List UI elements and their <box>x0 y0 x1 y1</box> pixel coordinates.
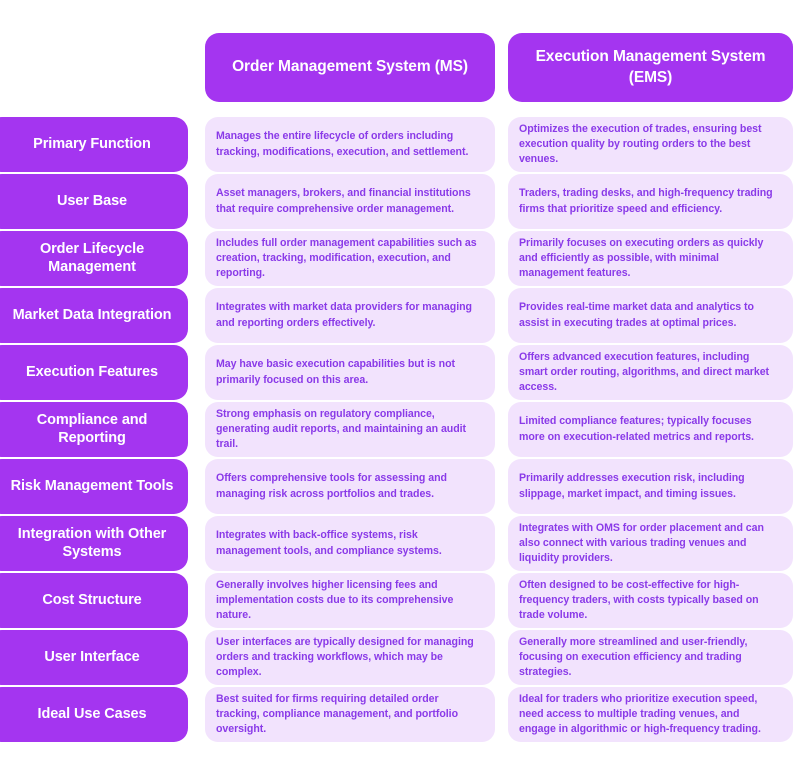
cell-ems-text: Primarily addresses execution risk, incl… <box>519 472 745 500</box>
cell-ems-text: Provides real-time market data and analy… <box>519 301 754 329</box>
row-label-pill[interactable]: Integration with Other Systems <box>0 516 188 571</box>
cell-oms-text: Generally involves higher licensing fees… <box>216 578 454 622</box>
comparison-table: Order Management System (MS) Execution M… <box>0 0 800 775</box>
cell-oms: Generally involves higher licensing fees… <box>205 573 495 628</box>
cell-oms-text: May have basic execution capabilities bu… <box>216 358 455 386</box>
cell-oms: Best suited for firms requiring detailed… <box>205 687 495 742</box>
column-header-oms-label: Order Management System (MS) <box>232 58 468 76</box>
table-row: Compliance and Reporting Strong emphasis … <box>0 402 800 457</box>
cell-ems: Offers advanced execution features, incl… <box>508 345 793 400</box>
table-header-row: Order Management System (MS) Execution M… <box>0 33 800 102</box>
cell-ems: Optimizes the execution of trades, ensur… <box>508 117 793 172</box>
table-row: User Base Asset managers, brokers, and fi… <box>0 174 800 229</box>
cell-ems-text: Traders, trading desks, and high-frequen… <box>519 187 773 215</box>
table-row: Primary Function Manages the entire lifec… <box>0 117 800 172</box>
row-label-text: Execution Features <box>26 363 158 380</box>
cell-oms-text: Offers comprehensive tools for assessing… <box>216 472 447 500</box>
cell-ems-text: Limited compliance features; typically f… <box>519 415 754 443</box>
cell-ems-text: Offers advanced execution features, incl… <box>519 350 770 394</box>
row-label-text: Cost Structure <box>42 591 142 608</box>
cell-ems: Traders, trading desks, and high-frequen… <box>508 174 793 229</box>
cell-ems: Ideal for traders who prioritize executi… <box>508 687 793 742</box>
table-row: User Interface User interfaces are typica… <box>0 630 800 685</box>
cell-ems-text: Optimizes the execution of trades, ensur… <box>519 122 762 166</box>
cell-ems: Primarily focuses on executing orders as… <box>508 231 793 286</box>
cell-ems: Provides real-time market data and analy… <box>508 288 793 343</box>
cell-oms: Integrates with back-office systems, ris… <box>205 516 495 571</box>
table-row: Execution Features May have basic executi… <box>0 345 800 400</box>
cell-oms-text: User interfaces are typically designed f… <box>216 635 474 679</box>
cell-ems-text: Ideal for traders who prioritize executi… <box>519 692 761 736</box>
row-label-pill[interactable]: Order Lifecycle Management <box>0 231 188 286</box>
table-row: Ideal Use Cases Best suited for firms req… <box>0 687 800 742</box>
row-label-text: Risk Management Tools <box>10 477 174 494</box>
table-row: Risk Management Tools Offers comprehensiv… <box>0 459 800 514</box>
cell-oms: Asset managers, brokers, and financial i… <box>205 174 495 229</box>
cell-oms: User interfaces are typically designed f… <box>205 630 495 685</box>
cell-oms-text: Integrates with back-office systems, ris… <box>216 529 442 557</box>
cell-ems-text: Primarily focuses on executing orders as… <box>519 236 764 280</box>
cell-oms: Includes full order management capabilit… <box>205 231 495 286</box>
table-row: Integration with Other Systems Integrates… <box>0 516 800 571</box>
cell-oms-text: Best suited for firms requiring detailed… <box>216 692 458 736</box>
cell-ems: Primarily addresses execution risk, incl… <box>508 459 793 514</box>
cell-oms-text: Strong emphasis on regulatory compliance… <box>216 407 467 451</box>
cell-oms-text: Asset managers, brokers, and financial i… <box>216 187 471 215</box>
table-row: Cost Structure Generally involves higher … <box>0 573 800 628</box>
row-label-text: Integration with Other Systems <box>17 525 167 560</box>
row-label-text: Market Data Integration <box>12 306 172 323</box>
row-label-pill[interactable]: Execution Features <box>0 345 188 400</box>
cell-oms: Strong emphasis on regulatory compliance… <box>205 402 495 457</box>
cell-oms: Offers comprehensive tools for assessing… <box>205 459 495 514</box>
column-header-ems: Execution Management System (EMS) <box>508 33 793 102</box>
row-label-pill[interactable]: User Base <box>0 174 188 229</box>
row-label-pill[interactable]: Primary Function <box>0 117 188 172</box>
row-label-text: Primary Function <box>33 135 151 152</box>
table-row: Market Data Integration Integrates with m… <box>0 288 800 343</box>
table-body: Primary Function Manages the entire lifec… <box>0 117 800 744</box>
row-label-text: User Interface <box>44 648 140 665</box>
row-label-pill[interactable]: Ideal Use Cases <box>0 687 188 742</box>
cell-ems: Limited compliance features; typically f… <box>508 402 793 457</box>
cell-oms: May have basic execution capabilities bu… <box>205 345 495 400</box>
cell-ems-text: Integrates with OMS for order placement … <box>519 521 764 565</box>
cell-ems-text: Often designed to be cost-effective for … <box>519 578 759 622</box>
cell-ems: Often designed to be cost-effective for … <box>508 573 793 628</box>
row-label-pill[interactable]: Cost Structure <box>0 573 188 628</box>
cell-oms: Manages the entire lifecycle of orders i… <box>205 117 495 172</box>
cell-oms-text: Manages the entire lifecycle of orders i… <box>216 130 469 158</box>
cell-oms-text: Includes full order management capabilit… <box>216 236 477 280</box>
row-label-text: Compliance and Reporting <box>36 411 148 446</box>
row-label-pill[interactable]: Market Data Integration <box>0 288 188 343</box>
column-header-oms: Order Management System (MS) <box>205 33 495 102</box>
row-label-pill[interactable]: Risk Management Tools <box>0 459 188 514</box>
row-label-pill[interactable]: Compliance and Reporting <box>0 402 188 457</box>
cell-oms-text: Integrates with market data providers fo… <box>216 301 472 329</box>
table-row: Order Lifecycle Management Includes full … <box>0 231 800 286</box>
row-label-text: Ideal Use Cases <box>37 705 147 722</box>
cell-oms: Integrates with market data providers fo… <box>205 288 495 343</box>
cell-ems-text: Generally more streamlined and user-frie… <box>519 635 748 679</box>
row-label-text: Order Lifecycle Management <box>39 240 145 275</box>
row-label-pill[interactable]: User Interface <box>0 630 188 685</box>
cell-ems: Integrates with OMS for order placement … <box>508 516 793 571</box>
row-label-text: User Base <box>56 192 128 209</box>
column-header-ems-label: Execution Management System (EMS) <box>535 48 766 86</box>
cell-ems: Generally more streamlined and user-frie… <box>508 630 793 685</box>
